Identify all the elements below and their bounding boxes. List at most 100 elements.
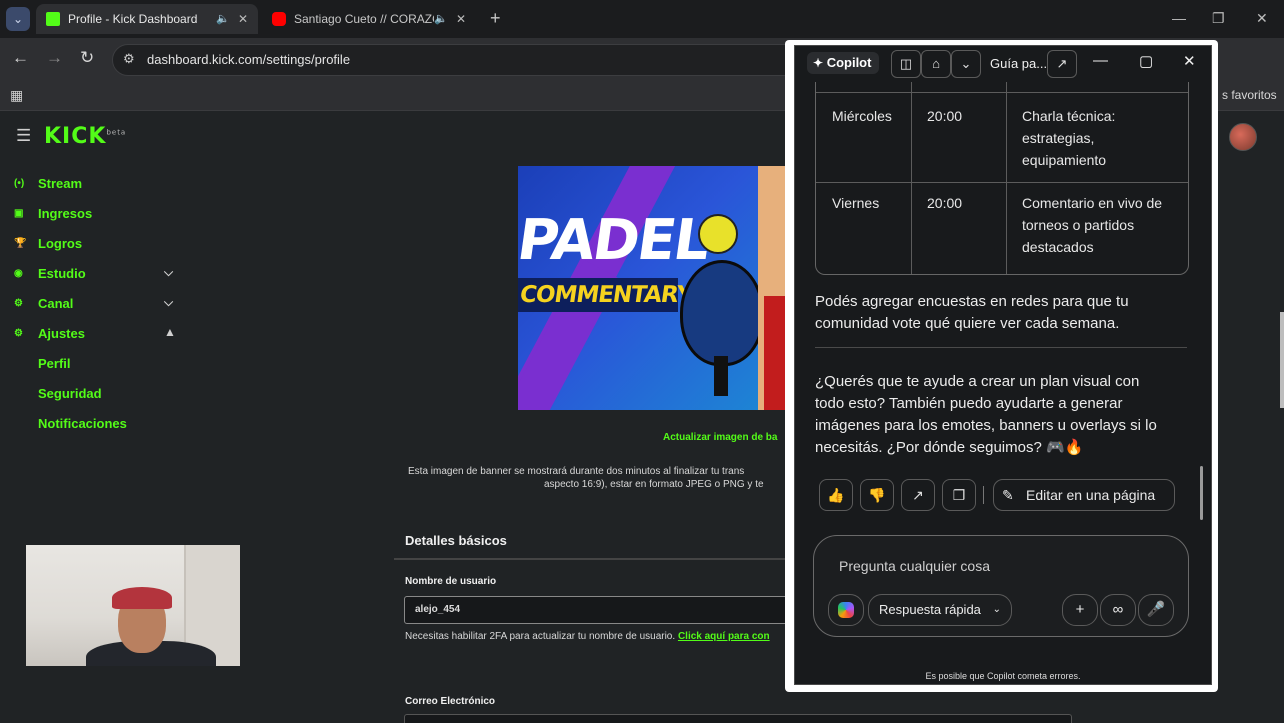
site-info-icon[interactable]: ⚙ bbox=[123, 51, 135, 67]
sidebar-item-seguridad[interactable]: Seguridad bbox=[0, 380, 200, 410]
copilot-message-paragraph: ¿Querés que te ayude a crear un plan vis… bbox=[815, 371, 1195, 459]
user-avatar[interactable] bbox=[1229, 123, 1257, 151]
close-panel-icon[interactable]: ✕ bbox=[1183, 52, 1196, 70]
profile-banner-image: PADEL COMMENTARY bbox=[518, 166, 788, 410]
page-scrollbar[interactable] bbox=[1280, 312, 1284, 408]
home-icon[interactable]: ⌂ bbox=[921, 50, 951, 78]
composer-placeholder[interactable]: Pregunta cualquier cosa bbox=[839, 558, 990, 574]
copilot-message-paragraph: Podés agregar encuestas en redes para qu… bbox=[815, 291, 1195, 335]
conversation-title[interactable]: Guía pa... bbox=[990, 56, 1047, 71]
new-tab-icon[interactable]: + bbox=[490, 8, 501, 29]
microphone-icon[interactable]: 🎤 bbox=[1138, 594, 1174, 626]
copy-icon[interactable]: ❐ bbox=[942, 479, 976, 511]
sidebar-item-label: Logros bbox=[38, 236, 83, 251]
share-icon[interactable]: ↗ bbox=[901, 479, 935, 511]
padel-ball-icon bbox=[698, 214, 738, 254]
schedule-table: Miércoles 20:00 Charla técnica: estrateg… bbox=[815, 82, 1189, 275]
menu-hamburger-icon[interactable]: ☰ bbox=[16, 126, 31, 146]
racket-handle bbox=[714, 356, 728, 396]
username-value: alejo_454 bbox=[415, 604, 461, 615]
copilot-brand[interactable]: ✦ Copilot bbox=[807, 52, 880, 74]
close-tab-icon[interactable]: ✕ bbox=[456, 4, 466, 34]
response-mode-label: Respuesta rápida bbox=[879, 602, 981, 617]
webcam-person-cap bbox=[112, 587, 172, 609]
browser-tab-bar: ⌄ Profile - Kick Dashboard 🔈 ✕ Santiago … bbox=[0, 0, 1284, 38]
sidebar-item-ingresos[interactable]: ▣ Ingresos bbox=[0, 200, 200, 230]
copilot-composer[interactable]: Pregunta cualquier cosa Respuesta rápida… bbox=[813, 535, 1189, 637]
sidebar-item-label: Stream bbox=[38, 176, 83, 191]
topic-line: Charla técnica: bbox=[1022, 108, 1116, 124]
tab-kick-dashboard[interactable]: Profile - Kick Dashboard 🔈 ✕ bbox=[36, 4, 258, 34]
table-divider bbox=[816, 92, 1188, 93]
copilot-panel-inner: ✦ Copilot ◫ ⌂ ⌄ Guía pa... ↗ — ▢ ✕ Miérc… bbox=[794, 45, 1212, 685]
edit-in-page-button[interactable]: ✎ Editar en una página bbox=[993, 479, 1175, 511]
topic-line: destacados bbox=[1022, 239, 1094, 255]
forward-icon[interactable]: → bbox=[46, 48, 63, 68]
sidebar-item-label: Canal bbox=[38, 296, 74, 311]
studio-icon: ◉ bbox=[14, 268, 23, 279]
update-banner-link[interactable]: Actualizar imagen de ba bbox=[663, 432, 777, 443]
edit-in-page-label: Editar en una página bbox=[1026, 487, 1156, 503]
chevron-down-icon[interactable]: ⌄ bbox=[951, 50, 981, 78]
message-separator bbox=[815, 347, 1187, 348]
sidebar-item-stream[interactable]: (•) Stream bbox=[0, 170, 200, 200]
kick-logo[interactable]: KICKbeta bbox=[44, 124, 126, 149]
message-line: imágenes para los emotes, banners u over… bbox=[815, 417, 1157, 434]
message-line: comunidad vote qué quiere ver cada seman… bbox=[815, 315, 1120, 332]
minimize-window-icon[interactable]: — bbox=[1172, 10, 1186, 26]
address-bar[interactable]: ⚙ dashboard.kick.com/settings/profile bbox=[112, 44, 814, 76]
tab-title: Profile - Kick Dashboard bbox=[68, 12, 198, 26]
close-window-icon[interactable]: ✕ bbox=[1256, 10, 1268, 27]
back-icon[interactable]: ← bbox=[12, 48, 29, 68]
actions-divider bbox=[983, 486, 984, 504]
sidebar-subitem-label: Seguridad bbox=[38, 386, 102, 401]
maximize-panel-icon[interactable]: ▢ bbox=[1139, 52, 1153, 70]
banner-subtitle-box: COMMENTARY bbox=[518, 278, 694, 312]
pen-icon: ✎ bbox=[1002, 487, 1014, 503]
minimize-panel-icon[interactable]: — bbox=[1093, 52, 1108, 69]
speaker-icon[interactable]: 🔈 bbox=[216, 4, 230, 34]
sidebar-item-estudio[interactable]: ◉ Estudio ⌵ bbox=[0, 260, 200, 290]
sidebar-item-ajustes[interactable]: ⚙ Ajustes ▲ bbox=[0, 320, 200, 350]
all-bookmarks-label[interactable]: s favoritos bbox=[1222, 88, 1277, 102]
banner-subtitle: COMMENTARY bbox=[518, 282, 694, 308]
close-tab-icon[interactable]: ✕ bbox=[238, 4, 248, 34]
email-field[interactable] bbox=[404, 714, 1072, 723]
chevron-down-icon[interactable]: ⌵ bbox=[164, 295, 173, 310]
username-field[interactable]: alejo_454 bbox=[404, 596, 790, 624]
tab-search-chevron-icon[interactable]: ⌄ bbox=[6, 7, 30, 31]
table-cell-topic: Comentario en vivo de torneos o partidos… bbox=[1022, 192, 1162, 258]
stream-icon: (•) bbox=[14, 178, 25, 189]
response-mode-select[interactable]: Respuesta rápida ⌄ bbox=[868, 594, 1012, 626]
thumbs-down-icon[interactable]: 👎 bbox=[860, 479, 894, 511]
copilot-scrollbar[interactable] bbox=[1200, 466, 1203, 520]
banner-title: PADEL bbox=[518, 208, 713, 273]
enable-2fa-link[interactable]: Click aquí para con bbox=[678, 631, 770, 642]
channel-icon: ⚙ bbox=[14, 298, 23, 309]
vision-glasses-icon[interactable]: ∞ bbox=[1100, 594, 1136, 626]
copilot-color-logo-icon[interactable] bbox=[828, 594, 864, 626]
apps-grid-icon[interactable]: ▦ bbox=[10, 87, 23, 104]
reload-icon[interactable]: ↻ bbox=[80, 48, 94, 68]
sidebar-toggle-icon[interactable]: ◫ bbox=[891, 50, 921, 78]
section-title: Detalles básicos bbox=[405, 533, 507, 548]
speaker-icon[interactable]: 🔈 bbox=[434, 4, 448, 34]
add-icon[interactable]: + bbox=[1062, 594, 1098, 626]
sidebar-item-notificaciones[interactable]: Notificaciones bbox=[0, 410, 200, 440]
sidebar-item-perfil[interactable]: Perfil bbox=[0, 350, 200, 380]
message-line: necesitás. ¿Por dónde seguimos? 🎮🔥 bbox=[815, 439, 1084, 456]
thumbs-up-icon[interactable]: 👍 bbox=[819, 479, 853, 511]
open-in-tab-icon[interactable]: ↗ bbox=[1047, 50, 1077, 78]
sidebar-subitem-label: Perfil bbox=[38, 356, 71, 371]
sidebar-item-logros[interactable]: 🏆 Logros bbox=[0, 230, 200, 260]
table-cell-time: 20:00 bbox=[927, 195, 963, 211]
restore-window-icon[interactable]: ❐ bbox=[1212, 10, 1225, 27]
sidebar-item-canal[interactable]: ⚙ Canal ⌵ bbox=[0, 290, 200, 320]
chevron-down-icon[interactable]: ⌵ bbox=[164, 265, 173, 280]
username-label: Nombre de usuario bbox=[405, 576, 497, 587]
tab-youtube[interactable]: Santiago Cueto // CORAZÓ 🔈 ✕ bbox=[262, 4, 476, 34]
youtube-favicon-icon bbox=[272, 12, 286, 26]
chevron-up-icon[interactable]: ▲ bbox=[164, 325, 176, 339]
banner-help-line: aspecto 16:9), estar en formato JPEG o P… bbox=[544, 479, 764, 490]
message-line: todo esto? También puedo ayudarte a gene… bbox=[815, 395, 1123, 412]
